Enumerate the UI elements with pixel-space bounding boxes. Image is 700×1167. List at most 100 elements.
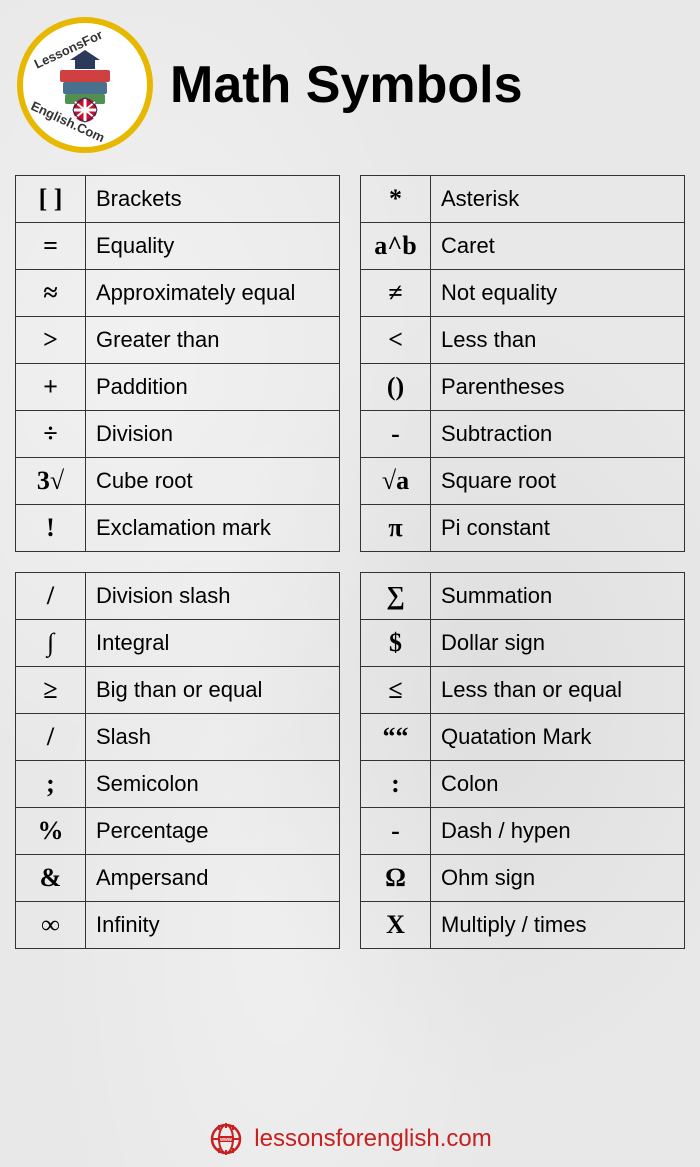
name-cell: Exclamation mark — [86, 505, 340, 552]
name-cell: Infinity — [86, 902, 340, 949]
symbol-cell: ∑ — [361, 573, 431, 620]
table-row: ∫Integral — [16, 620, 340, 667]
symbol-cell: $ — [361, 620, 431, 667]
name-cell: Less than or equal — [431, 667, 685, 714]
table-row: ÷Division — [16, 411, 340, 458]
footer: www lessonsforenglish.com — [15, 1106, 685, 1157]
symbol-cell: > — [16, 317, 86, 364]
table-row: ∑Summation — [361, 573, 685, 620]
symbol-cell: / — [16, 573, 86, 620]
site-logo: LessonsFor English.Com — [15, 15, 155, 155]
name-cell: Pi constant — [431, 505, 685, 552]
symbol-cell: - — [361, 411, 431, 458]
name-cell: Equality — [86, 223, 340, 270]
symbol-cell: % — [16, 808, 86, 855]
name-cell: Asterisk — [431, 176, 685, 223]
symbol-cell: ≈ — [16, 270, 86, 317]
name-cell: Summation — [431, 573, 685, 620]
name-cell: Brackets — [86, 176, 340, 223]
symbol-cell: ; — [16, 761, 86, 808]
table-row: !Exclamation mark — [16, 505, 340, 552]
table-row: a^bCaret — [361, 223, 685, 270]
table-row-2: /Division slash ∫Integral ≥Big than or e… — [15, 572, 685, 949]
symbol-cell: X — [361, 902, 431, 949]
name-cell: Greater than — [86, 317, 340, 364]
svg-text:www: www — [219, 1137, 232, 1143]
table-row: /Division slash — [16, 573, 340, 620]
name-cell: Division slash — [86, 573, 340, 620]
symbol-cell: ““ — [361, 714, 431, 761]
symbol-cell: = — [16, 223, 86, 270]
name-cell: Integral — [86, 620, 340, 667]
name-cell: Division — [86, 411, 340, 458]
name-cell: Ohm sign — [431, 855, 685, 902]
table-row: ΩOhm sign — [361, 855, 685, 902]
table-row: πPi constant — [361, 505, 685, 552]
table-row: ()Parentheses — [361, 364, 685, 411]
name-cell: Square root — [431, 458, 685, 505]
table-row: ≠Not equality — [361, 270, 685, 317]
symbol-cell: ∞ — [16, 902, 86, 949]
table-row: &Ampersand — [16, 855, 340, 902]
name-cell: Slash — [86, 714, 340, 761]
symbol-cell: () — [361, 364, 431, 411]
name-cell: Ampersand — [86, 855, 340, 902]
name-cell: Less than — [431, 317, 685, 364]
symbol-table-3: ∑Summation $Dollar sign ≤Less than or eq… — [360, 572, 685, 949]
symbol-cell: ∫ — [16, 620, 86, 667]
table-row: 3√Cube root — [16, 458, 340, 505]
symbol-cell: / — [16, 714, 86, 761]
table-row: [ ]Brackets — [16, 176, 340, 223]
table-row: =Equality — [16, 223, 340, 270]
table-row: <Less than — [361, 317, 685, 364]
name-cell: Dollar sign — [431, 620, 685, 667]
table-row-1: [ ]Brackets =Equality ≈Approximately equ… — [15, 175, 685, 552]
symbol-cell: π — [361, 505, 431, 552]
table-row: ≈Approximately equal — [16, 270, 340, 317]
symbol-cell: < — [361, 317, 431, 364]
symbol-table-1: *Asterisk a^bCaret ≠Not equality <Less t… — [360, 175, 685, 552]
symbol-cell: ≥ — [16, 667, 86, 714]
name-cell: Parentheses — [431, 364, 685, 411]
symbol-cell: : — [361, 761, 431, 808]
table-row: %Percentage — [16, 808, 340, 855]
symbol-cell: a^b — [361, 223, 431, 270]
table-row: *Asterisk — [361, 176, 685, 223]
symbol-cell: ÷ — [16, 411, 86, 458]
name-cell: Big than or equal — [86, 667, 340, 714]
table-row: ““Quatation Mark — [361, 714, 685, 761]
symbol-cell: ≠ — [361, 270, 431, 317]
table-row: √aSquare root — [361, 458, 685, 505]
symbol-table-0: [ ]Brackets =Equality ≈Approximately equ… — [15, 175, 340, 552]
globe-icon: www — [208, 1121, 244, 1157]
name-cell: Cube root — [86, 458, 340, 505]
symbol-table-2: /Division slash ∫Integral ≥Big than or e… — [15, 572, 340, 949]
table-row: -Dash / hypen — [361, 808, 685, 855]
name-cell: Semicolon — [86, 761, 340, 808]
symbol-cell: * — [361, 176, 431, 223]
symbol-cell: - — [361, 808, 431, 855]
name-cell: Dash / hypen — [431, 808, 685, 855]
footer-url: lessonsforenglish.com — [254, 1125, 491, 1153]
table-row: +Paddition — [16, 364, 340, 411]
header: LessonsFor English.Com Math Symbols — [15, 15, 685, 155]
table-row: -Subtraction — [361, 411, 685, 458]
table-row: XMultiply / times — [361, 902, 685, 949]
page-title: Math Symbols — [170, 55, 685, 115]
table-row: ;Semicolon — [16, 761, 340, 808]
name-cell: Quatation Mark — [431, 714, 685, 761]
name-cell: Multiply / times — [431, 902, 685, 949]
name-cell: Subtraction — [431, 411, 685, 458]
symbol-cell: 3√ — [16, 458, 86, 505]
name-cell: Percentage — [86, 808, 340, 855]
name-cell: Colon — [431, 761, 685, 808]
name-cell: Not equality — [431, 270, 685, 317]
table-row: ≥Big than or equal — [16, 667, 340, 714]
symbol-cell: Ω — [361, 855, 431, 902]
name-cell: Paddition — [86, 364, 340, 411]
table-row: >Greater than — [16, 317, 340, 364]
symbol-cell: [ ] — [16, 176, 86, 223]
table-row: $Dollar sign — [361, 620, 685, 667]
symbol-cell: + — [16, 364, 86, 411]
name-cell: Approximately equal — [86, 270, 340, 317]
